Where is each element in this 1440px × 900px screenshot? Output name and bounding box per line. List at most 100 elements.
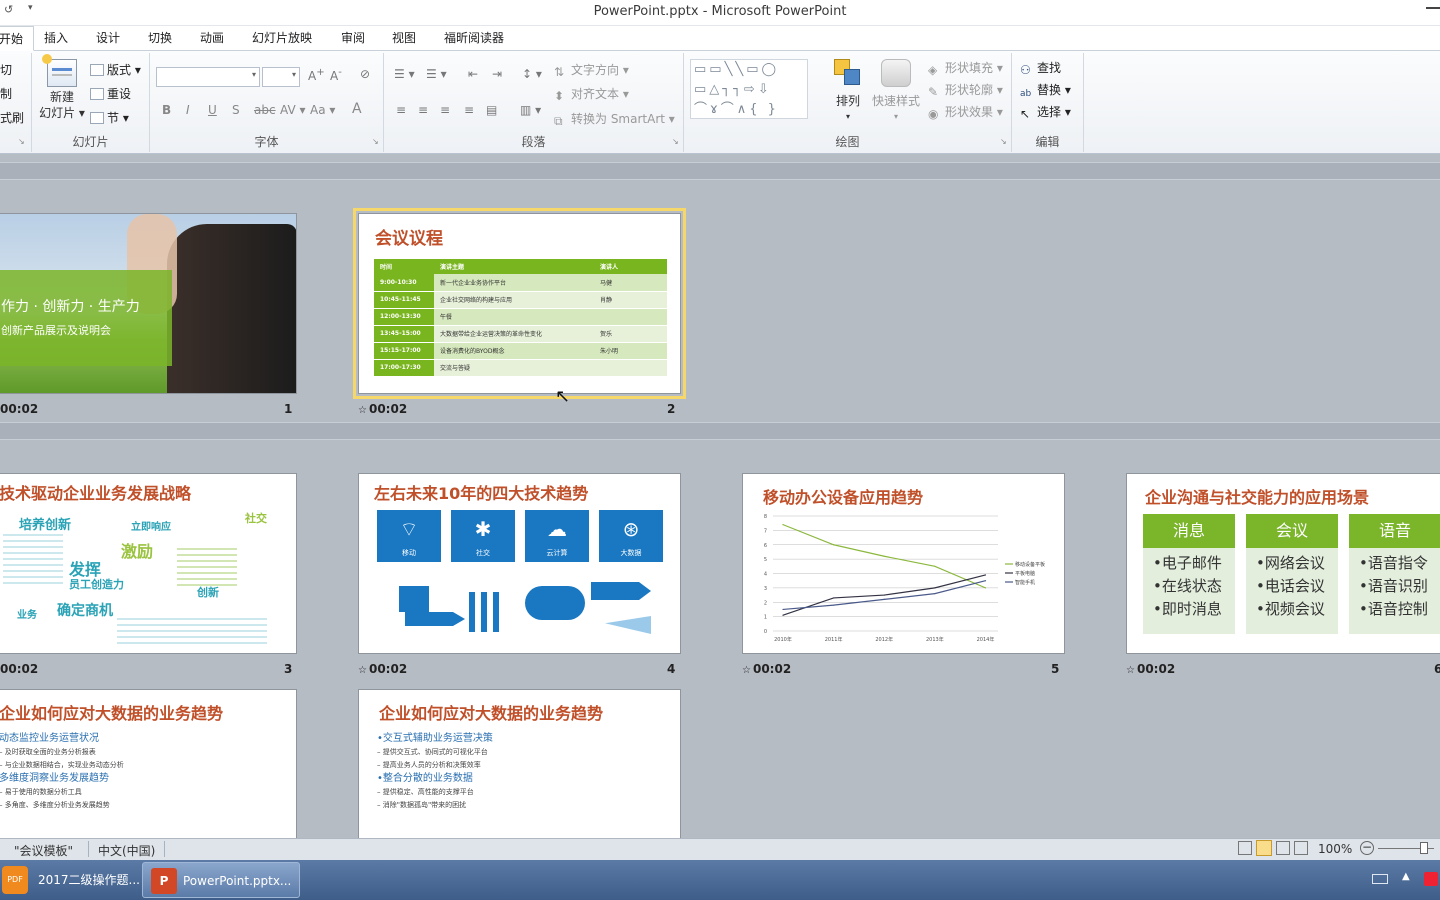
- replace-icon: ab: [1020, 89, 1032, 99]
- slide-sorter[interactable]: 作力 · 创新力 · 生产力 创新产品展示及说明会 00:02 1 会议议程 时…: [0, 154, 1440, 849]
- bullet-line: – 提供稳定、高性能的支撑平台: [377, 788, 474, 796]
- tab-review[interactable]: 审阅: [335, 26, 371, 51]
- tab-foxit[interactable]: 福昕阅读器: [438, 26, 510, 51]
- scenario-item: •语音识别: [1359, 577, 1428, 595]
- shape-fill-button[interactable]: ◈ 形状填充 ▾: [928, 59, 1003, 77]
- scenario-item: •语音指令: [1359, 554, 1428, 572]
- smartart-button[interactable]: ⧉ 转换为 SmartArt ▾: [554, 110, 675, 128]
- dialog-launcher-icon[interactable]: ↘: [18, 137, 25, 146]
- align-center-icon[interactable]: ≡: [418, 103, 428, 117]
- slide-thumbnail-2[interactable]: 会议议程 时间 演讲主题 演讲人 9:00-10:30 新一代企业业务协作平台 马健…: [353, 208, 686, 399]
- align-right-icon[interactable]: ≡: [440, 103, 450, 117]
- slide-thumbnail-6[interactable]: 企业沟通与社交能力的应用场景 消息 •电子邮件 •在线状态 •即时消息 会议 •网络会议 •…: [1126, 473, 1440, 654]
- distributed-icon[interactable]: ▤: [486, 103, 497, 117]
- shadow-icon[interactable]: S: [232, 103, 240, 117]
- change-case-icon[interactable]: Aa ▾: [310, 103, 335, 117]
- decrease-indent-icon[interactable]: ⇤: [468, 67, 478, 81]
- editing-group: ⚇ 查找 ab 替换 ▾ ↖ 选择 ▾ 编辑: [1012, 53, 1084, 152]
- theme-name[interactable]: "会议模板": [14, 842, 73, 859]
- zoom-slider-thumb[interactable]: [1420, 842, 1428, 854]
- arrange-button[interactable]: 排列 ▾: [830, 57, 866, 125]
- status-bar: "会议模板" 中文(中国) 100% −: [0, 838, 1440, 860]
- tab-slideshow[interactable]: 幻灯片放映: [246, 26, 318, 51]
- shape-outline-button[interactable]: ✎ 形状轮廓 ▾: [928, 81, 1003, 99]
- tab-home[interactable]: 开始: [0, 26, 34, 51]
- taskbar-item-powerpoint[interactable]: P PowerPoint.pptx...: [142, 862, 300, 898]
- font-name-combo[interactable]: ▾: [156, 67, 260, 87]
- italic-icon[interactable]: I: [186, 103, 190, 117]
- layout-button[interactable]: 版式 ▾: [90, 61, 141, 78]
- copy-button[interactable]: 制: [0, 85, 12, 102]
- zoom-out-icon[interactable]: −: [1360, 841, 1374, 855]
- find-button[interactable]: ⚇ 查找: [1020, 59, 1061, 77]
- tab-transitions[interactable]: 切换: [142, 26, 178, 51]
- tab-animations[interactable]: 动画: [194, 26, 230, 51]
- format-painter-button[interactable]: 式刷: [0, 109, 24, 126]
- clear-format-icon[interactable]: ⊘: [360, 67, 370, 81]
- section-button[interactable]: 节 ▾: [90, 109, 129, 126]
- cut-button[interactable]: 切: [0, 61, 12, 78]
- font-group-label: 字体: [254, 135, 279, 149]
- language-indicator[interactable]: 中文(中国): [98, 842, 155, 859]
- align-text-button[interactable]: ⬍ 对齐文本 ▾: [554, 85, 629, 103]
- tray-expand-icon[interactable]: ▲: [1402, 871, 1410, 882]
- slide-thumbnail-1[interactable]: 作力 · 创新力 · 生产力 创新产品展示及说明会: [0, 213, 297, 394]
- tab-insert[interactable]: 插入: [38, 26, 74, 51]
- title-bar: ↺ ▾ PowerPoint.pptx - Microsoft PowerPoi…: [0, 0, 1440, 26]
- justify-icon[interactable]: ≡: [464, 103, 474, 117]
- slide-number: 2: [667, 402, 676, 416]
- bold-icon[interactable]: B: [162, 103, 171, 117]
- slide-thumbnail-4[interactable]: 左右未来10年的四大技术趋势 ⌔ 移动 ✱ 社交 ☁ 云计算 ⊛ 大数据: [358, 473, 681, 654]
- shrink-font-icon[interactable]: A-: [330, 67, 342, 83]
- sorter-view-icon[interactable]: [1256, 840, 1272, 856]
- normal-view-icon[interactable]: [1238, 841, 1252, 855]
- quick-styles-button[interactable]: 快速样式 ▾: [868, 57, 924, 125]
- reading-view-icon[interactable]: [1276, 841, 1290, 855]
- select-button[interactable]: ↖ 选择 ▾: [1020, 103, 1071, 121]
- grow-font-icon[interactable]: A+: [308, 67, 325, 83]
- section-icon: [90, 112, 104, 124]
- tab-design[interactable]: 设计: [90, 26, 126, 51]
- slide-thumbnail-3[interactable]: 技术驱动企业业务发展战略 培养创新 激励 发挥 员工创造力 确定商机 立即响应 …: [0, 473, 297, 654]
- minimize-icon[interactable]: [1426, 6, 1440, 9]
- underline-icon[interactable]: U: [208, 103, 217, 117]
- slide-thumbnail-7[interactable]: 企业如何应对大数据的业务趋势 动态监控业务运营状况 – 及时获取全面的业务分析报表…: [0, 689, 297, 849]
- transition-icon: ☆: [1126, 665, 1135, 676]
- slide-title: 左右未来10年的四大技术趋势: [374, 484, 589, 503]
- font-color-icon[interactable]: A: [352, 101, 362, 117]
- zoom-level[interactable]: 100%: [1318, 842, 1352, 856]
- data-point: [782, 524, 784, 526]
- slide-thumbnail-5[interactable]: 移动办公设备应用趋势 0 1 2 3 4 5 6 7 8 2010年 2011年 2012年 2013年…: [742, 473, 1065, 654]
- font-size-combo[interactable]: ▾: [262, 67, 300, 87]
- numbering-icon[interactable]: ☰ ▾: [426, 67, 447, 81]
- char-spacing-icon[interactable]: AV ▾: [280, 103, 306, 117]
- table-header: 时间: [374, 259, 434, 274]
- columns-icon[interactable]: ▥ ▾: [520, 103, 541, 117]
- replace-button[interactable]: ab 替换 ▾: [1020, 81, 1071, 101]
- table-row: 9:00-10:30 新一代企业业务协作平台 马健: [374, 274, 667, 292]
- keyboard-icon[interactable]: [1372, 874, 1388, 884]
- bullet-line: – 与企业数据相结合，实现业务动态分析: [0, 761, 124, 769]
- shapes-gallery[interactable]: ▭▭╲╲▭◯ ▭△┐┐⇨⇩ ⌒ɤ⌒∧{ }: [690, 59, 808, 119]
- slideshow-view-icon[interactable]: [1294, 841, 1308, 855]
- taskbar-item-pdf[interactable]: PDF 2017二级操作题...: [0, 862, 140, 898]
- bullet-line: – 易于使用的数据分析工具: [0, 788, 82, 796]
- slide-thumbnail-8[interactable]: 企业如何应对大数据的业务趋势 •交互式辅助业务运营决策 – 提供交互式、协同式的可…: [358, 689, 681, 849]
- scenario-header: 语音: [1349, 514, 1440, 548]
- y-tick-label: 7: [764, 528, 767, 534]
- strikethrough-icon[interactable]: abc: [254, 103, 276, 117]
- line-spacing-icon[interactable]: ↕ ▾: [522, 67, 542, 81]
- text-direction-button[interactable]: ⇅ 文字方向 ▾: [554, 61, 629, 79]
- shape-effects-button[interactable]: ◉ 形状效果 ▾: [928, 103, 1003, 121]
- reset-button[interactable]: 重设: [90, 85, 131, 102]
- align-left-icon[interactable]: ≡: [396, 103, 406, 117]
- new-slide-button[interactable]: 新建 幻灯片 ▾: [36, 54, 88, 121]
- table-cell: 午餐: [434, 308, 594, 326]
- tray-app-icon[interactable]: [1424, 872, 1438, 886]
- increase-indent-icon[interactable]: ⇥: [492, 67, 502, 81]
- bullet-line: – 及时获取全面的业务分析报表: [0, 748, 96, 756]
- tab-view[interactable]: 视图: [386, 26, 422, 51]
- y-tick-label: 8: [764, 514, 767, 520]
- bullets-icon[interactable]: ☰ ▾: [394, 67, 415, 81]
- transition-icon: ☆: [358, 405, 367, 416]
